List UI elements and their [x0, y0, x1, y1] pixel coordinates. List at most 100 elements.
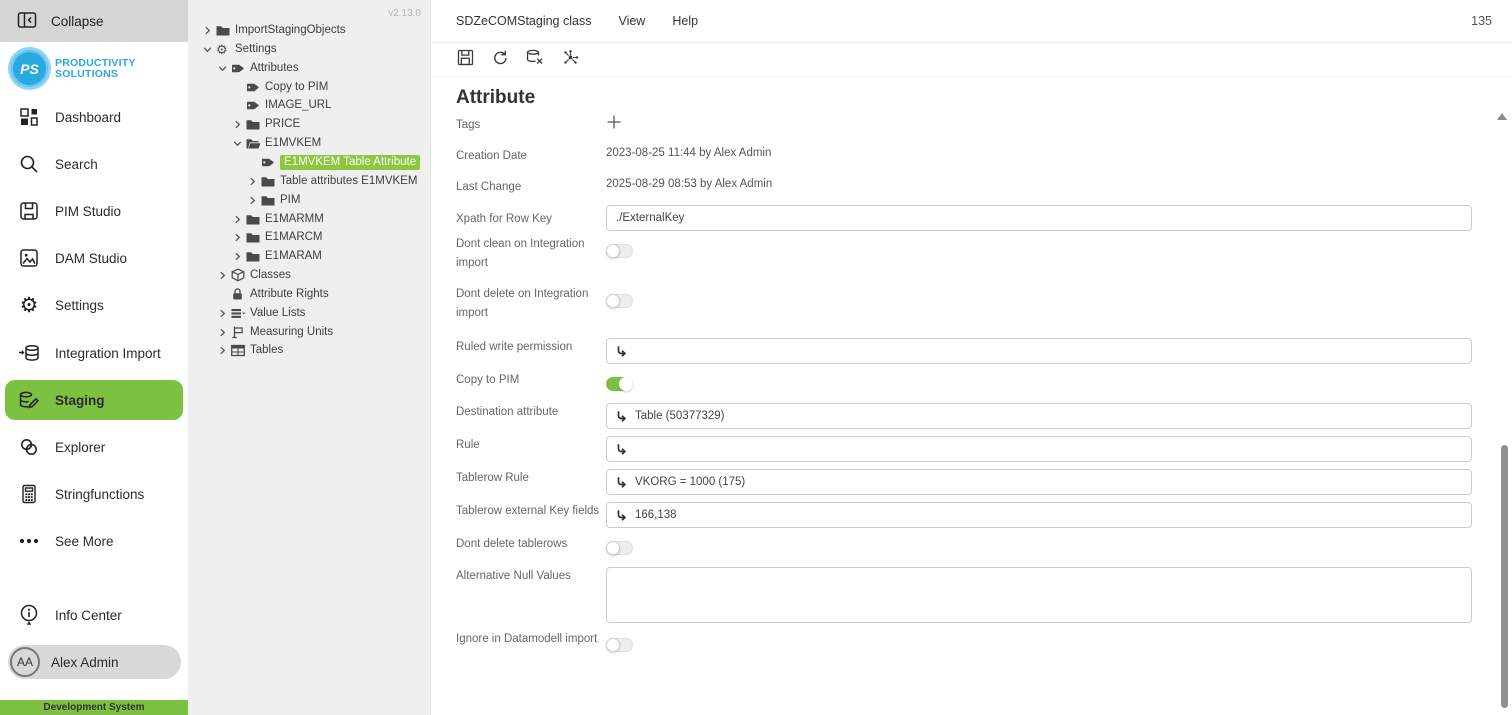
tree-item-classes[interactable]: Classes	[218, 266, 291, 284]
chevron-right-icon[interactable]	[233, 233, 246, 242]
field-label-ignore-in-datamodell-import: Ignore in Datamodell import	[456, 630, 611, 649]
tree-item-price[interactable]: PRICE	[233, 115, 300, 133]
ruled-write-permission-reference-input[interactable]	[606, 338, 1472, 364]
tree-item-image-url[interactable]: IMAGE_URL	[233, 96, 331, 114]
tag-icon	[246, 81, 262, 94]
menu-view[interactable]: View	[618, 14, 645, 28]
scrollbar-up-arrow[interactable]	[1497, 113, 1507, 120]
dont-delete-on-integration-import-toggle[interactable]	[606, 294, 633, 308]
main-panel: SDZeCOMStaging class View Help 135 Attri…	[430, 0, 1512, 715]
tree-item-label: E1MVKEM Table Attribute	[280, 155, 420, 170]
tree-item-measuring-units[interactable]: Measuring Units	[218, 323, 333, 341]
sidebar-item-pim-studio[interactable]: PIM Studio	[0, 191, 188, 231]
dont-delete-tablerows-toggle[interactable]	[606, 541, 633, 555]
field-label-rule: Rule	[456, 436, 611, 455]
refresh-icon	[492, 49, 509, 71]
alternative-null-values-textarea[interactable]	[606, 567, 1472, 623]
list-icon	[231, 307, 247, 320]
chevron-right-icon[interactable]	[233, 215, 246, 224]
collapse-label: Collapse	[51, 14, 104, 29]
xpath-for-row-key-input[interactable]	[607, 206, 1471, 230]
folder-open-icon	[246, 137, 262, 150]
sidebar-item-search[interactable]: Search	[0, 144, 188, 184]
sidebar-item-integration-import[interactable]: Integration Import	[0, 333, 188, 373]
copy-to-pim-toggle[interactable]	[606, 377, 633, 391]
tree-item-importstagingobjects[interactable]: ImportStagingObjects	[203, 21, 346, 39]
avatar: AA	[10, 647, 40, 677]
save-button[interactable]	[452, 47, 478, 73]
tree-item-settings[interactable]: ⚙Settings	[203, 40, 277, 58]
menu-staging-class[interactable]: SDZeCOMStaging class	[456, 14, 591, 28]
tree-item-e1mvkem-table-attribute[interactable]: E1MVKEM Table Attribute	[248, 153, 420, 171]
tree-item-attributes[interactable]: Attributes	[218, 59, 299, 77]
tree-item-label: Copy to PIM	[265, 81, 328, 93]
rule-reference-input[interactable]	[606, 436, 1472, 462]
sidebar-item-explorer[interactable]: Explorer	[0, 427, 188, 467]
field-label-alternative-null-values: Alternative Null Values	[456, 567, 611, 586]
tree-item-label: Tables	[250, 344, 283, 356]
tree-item-tables[interactable]: Tables	[218, 341, 283, 359]
chevron-right-icon[interactable]	[248, 177, 261, 186]
sidebar-item-dam-studio[interactable]: DAM Studio	[0, 238, 188, 278]
tree-item-value-lists[interactable]: Value Lists	[218, 304, 305, 322]
distribute-button[interactable]	[557, 47, 583, 73]
tree-item-label: E1MVKEM	[265, 137, 321, 149]
collapse-panel-icon	[17, 10, 37, 33]
tree-item-label: E1MARAM	[265, 250, 322, 262]
destination-attribute-reference-input[interactable]: Table (50377329)	[606, 403, 1472, 429]
save-icon	[457, 49, 474, 71]
sidebar-item-dashboard[interactable]: Dashboard	[0, 97, 188, 137]
sidebar-item-label: See More	[55, 534, 114, 549]
tree-item-pim[interactable]: PIM	[248, 191, 300, 209]
toggle-knob	[619, 377, 633, 391]
calculator-icon	[17, 484, 41, 504]
scrollbar-thumb[interactable]	[1501, 445, 1508, 708]
sidebar-item-see-more[interactable]: See More	[0, 521, 188, 561]
chevron-down-icon[interactable]	[218, 64, 231, 73]
menu-help[interactable]: Help	[672, 14, 698, 28]
database-remove-button[interactable]	[522, 47, 548, 73]
measuring-icon	[231, 325, 247, 339]
tree-item-e1marmm[interactable]: E1MARMM	[233, 210, 324, 228]
chevron-right-icon[interactable]	[248, 196, 261, 205]
chevron-right-icon[interactable]	[233, 252, 246, 261]
tree-item-attribute-rights[interactable]: Attribute Rights	[218, 285, 329, 303]
tree-item-label: Classes	[250, 269, 291, 281]
version-label: v2.13.0	[388, 8, 421, 19]
tree-item-table-attributes-e1mvkem[interactable]: Table attributes E1MVKEM	[248, 172, 417, 190]
sidebar-item-stringfunctions[interactable]: Stringfunctions	[0, 474, 188, 514]
add-tag-button[interactable]	[603, 113, 625, 135]
chevron-right-icon[interactable]	[218, 346, 231, 355]
field-label-dont-delete-tablerows: Dont delete tablerows	[456, 535, 611, 554]
sidebar-item-staging[interactable]: Staging	[5, 380, 183, 420]
chevron-down-icon[interactable]	[203, 45, 216, 54]
integration-import-icon	[17, 343, 41, 363]
refresh-button[interactable]	[487, 47, 513, 73]
folder-icon	[261, 175, 277, 188]
sidebar-item-label: Explorer	[55, 440, 105, 455]
chevron-right-icon[interactable]	[233, 120, 246, 129]
tree-item-e1mvkem[interactable]: E1MVKEM	[233, 134, 321, 152]
field-label-tablerow-external-key-fields: Tablerow external Key fields	[456, 502, 611, 521]
collapse-button[interactable]: Collapse	[0, 0, 188, 42]
tree-item-e1marcm[interactable]: E1MARCM	[233, 228, 323, 246]
dont-clean-on-integration-import-toggle[interactable]	[606, 244, 633, 258]
sidebar-item-label: Integration Import	[55, 346, 161, 361]
sidebar-item-info-center[interactable]: Info Center	[0, 595, 188, 635]
tablerow-rule-reference-input[interactable]: VKORG = 1000 (175)	[606, 469, 1472, 495]
chevron-right-icon[interactable]	[218, 309, 231, 318]
ignore-in-datamodell-import-toggle[interactable]	[606, 638, 633, 652]
search-icon	[17, 154, 41, 174]
chevron-right-icon[interactable]	[218, 328, 231, 337]
user-menu[interactable]: AA Alex Admin	[8, 645, 181, 679]
field-label-copy-to-pim: Copy to PIM	[456, 371, 611, 390]
tablerow-external-key-fields-reference-input[interactable]: 166,138	[606, 502, 1472, 528]
tree-item-e1maram[interactable]: E1MARAM	[233, 247, 322, 265]
sidebar-item-settings[interactable]: ⚙Settings	[0, 285, 188, 325]
sidebar-item-label: Info Center	[55, 608, 122, 623]
chevron-down-icon[interactable]	[233, 139, 246, 148]
chevron-right-icon[interactable]	[218, 271, 231, 280]
tree-item-copy-to-pim[interactable]: Copy to PIM	[233, 78, 328, 96]
dam-studio-icon	[17, 248, 41, 268]
chevron-right-icon[interactable]	[203, 26, 216, 35]
